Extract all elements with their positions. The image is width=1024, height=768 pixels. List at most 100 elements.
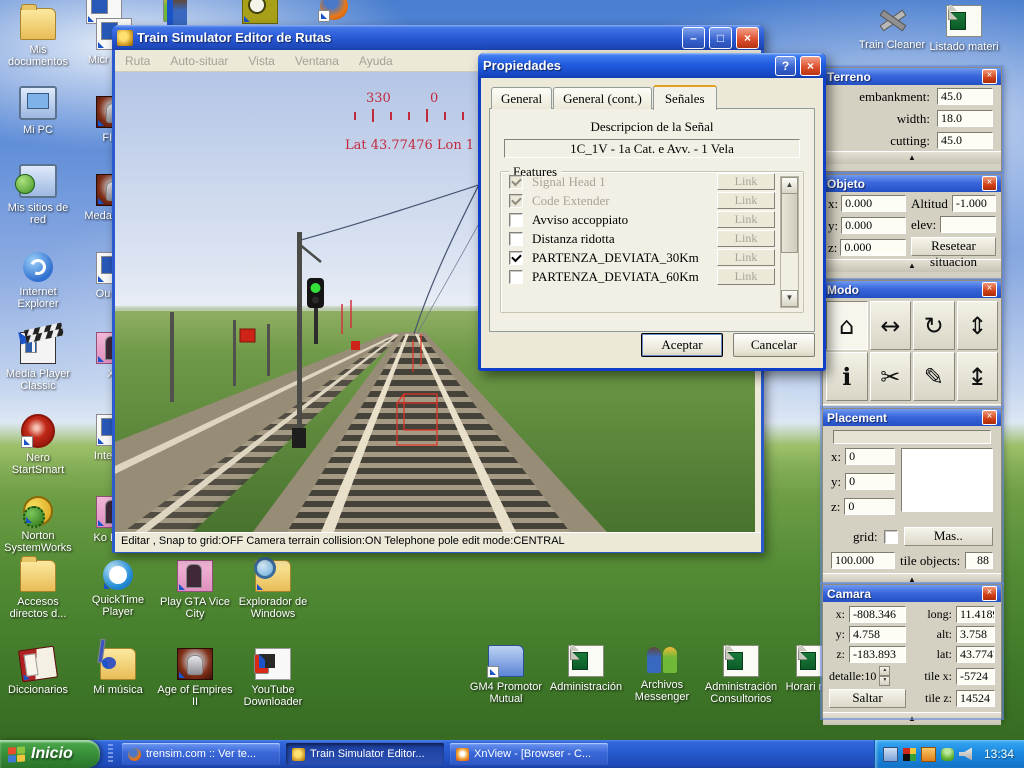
desktop-icon-media-player-classic[interactable]: Media Player Classic bbox=[0, 332, 76, 392]
saltar-button[interactable]: Saltar bbox=[829, 689, 906, 708]
link-button[interactable]: Link bbox=[717, 192, 775, 209]
desktop-icon-mis-sitios-de-red[interactable]: Mis sitios de red bbox=[0, 164, 76, 226]
desktop-icon-admin-consultorios[interactable]: Administración Consultorios bbox=[698, 645, 784, 705]
features-scrollbar[interactable]: ▲ ▼ bbox=[780, 176, 799, 308]
grid-checkbox[interactable] bbox=[884, 530, 898, 544]
panel-collapse-strip[interactable]: ▲ bbox=[823, 151, 1001, 164]
desktop-icon-mi-pc[interactable]: Mi PC bbox=[0, 86, 76, 136]
cam-y-field[interactable]: 4.758 bbox=[849, 626, 906, 643]
checkbox-partenza-deviata-60[interactable] bbox=[509, 270, 523, 284]
tool-cut-terrain[interactable]: ✂ bbox=[870, 352, 912, 401]
taskbar-clock[interactable]: 13:34 bbox=[984, 747, 1014, 761]
plc-z-field[interactable]: 0 bbox=[844, 498, 895, 515]
panel-collapse-strip[interactable]: ▲ bbox=[823, 712, 1001, 725]
spinner-down-icon[interactable]: ▼ bbox=[879, 676, 890, 686]
plc-y-field[interactable]: 0 bbox=[845, 473, 895, 490]
aceptar-button[interactable]: Aceptar bbox=[641, 333, 723, 357]
plc-x-field[interactable]: 0 bbox=[845, 448, 895, 465]
menu-ayuda[interactable]: Ayuda bbox=[359, 54, 393, 68]
altitud-field[interactable]: -1.000 bbox=[952, 195, 996, 212]
tile-x-field[interactable]: -5724 bbox=[956, 668, 995, 685]
menu-ruta[interactable]: Ruta bbox=[125, 54, 150, 68]
desktop-icon-diccionarios[interactable]: Diccionarios bbox=[0, 648, 76, 696]
elev-field[interactable] bbox=[940, 216, 996, 233]
dialog-close-button[interactable]: × bbox=[800, 56, 821, 76]
link-button[interactable]: Link bbox=[717, 268, 775, 285]
desktop-icon-scheduled-tasks[interactable] bbox=[240, 0, 280, 24]
checkbox-code-extender[interactable] bbox=[509, 194, 523, 208]
scroll-up-button[interactable]: ▲ bbox=[781, 177, 798, 194]
volume-tray-icon[interactable] bbox=[959, 748, 972, 761]
quick-launch-separator[interactable] bbox=[108, 744, 113, 764]
link-button[interactable]: Link bbox=[717, 230, 775, 247]
desktop-icon-age-of-empires[interactable]: Age of Empires II bbox=[157, 648, 233, 708]
menu-auto-situar[interactable]: Auto-situar bbox=[170, 54, 228, 68]
tab-senales[interactable]: Señales bbox=[653, 85, 717, 110]
taskbar-task-trensim[interactable]: trensim.com :: Ver te... bbox=[122, 743, 280, 765]
menu-ventana[interactable]: Ventana bbox=[295, 54, 339, 68]
detalle-spinner[interactable]: ▲ ▼ bbox=[879, 666, 890, 686]
desktop-icon-firefox[interactable] bbox=[314, 0, 354, 20]
cam-x-field[interactable]: -808.346 bbox=[849, 606, 906, 623]
desktop-icon-mis-documentos[interactable]: Mis documentos bbox=[0, 8, 76, 68]
desktop-icon-accesos-directos[interactable]: Accesos directos d... bbox=[0, 560, 76, 620]
dialog-titlebar[interactable]: Propiedades ? × bbox=[478, 53, 826, 78]
checkbox-partenza-deviata-30[interactable] bbox=[509, 251, 523, 265]
desktop-icon-internet-explorer[interactable]: Internet Explorer bbox=[0, 252, 76, 310]
tile-z-field[interactable]: 14524 bbox=[956, 690, 995, 707]
cutting-field[interactable]: 45.0 bbox=[937, 132, 993, 149]
spinner-up-icon[interactable]: ▲ bbox=[879, 666, 890, 676]
panel-close-button[interactable]: × bbox=[982, 69, 997, 84]
scroll-down-button[interactable]: ▼ bbox=[781, 290, 798, 307]
link-button[interactable]: Link bbox=[717, 211, 775, 228]
tool-move-object[interactable]: ↔ bbox=[870, 301, 912, 350]
tool-adjust-height[interactable]: ⇕ bbox=[957, 301, 999, 350]
modo-titlebar[interactable]: Modo × bbox=[823, 281, 1001, 298]
objeto-titlebar[interactable]: Objeto × bbox=[823, 175, 1001, 192]
obj-y-field[interactable]: 0.000 bbox=[841, 217, 906, 234]
camara-titlebar[interactable]: Camara × bbox=[823, 585, 1001, 602]
menu-vista[interactable]: Vista bbox=[248, 54, 274, 68]
terreno-titlebar[interactable]: Terreno × bbox=[823, 68, 1001, 85]
tool-paint-terrain[interactable]: ✎ bbox=[913, 352, 955, 401]
window-titlebar[interactable]: Train Simulator Editor de Rutas – □ × bbox=[112, 25, 764, 50]
start-button[interactable]: Inicio bbox=[0, 740, 100, 768]
scrollbar-thumb[interactable] bbox=[781, 193, 798, 253]
panel-close-button[interactable]: × bbox=[982, 410, 997, 425]
desktop-icon-gta-vice-city[interactable]: Play GTA Vice City bbox=[157, 560, 233, 620]
desktop-icon-administracion[interactable]: Administración bbox=[545, 645, 627, 693]
desktop-icon-gm4[interactable]: GM4 Promotor Mutual bbox=[465, 645, 547, 705]
taskbar-task-xnview[interactable]: XnView - [Browser - C... bbox=[450, 743, 608, 765]
embankment-field[interactable]: 45.0 bbox=[937, 88, 993, 105]
panel-close-button[interactable]: × bbox=[982, 176, 997, 191]
desktop-icon-archivos-messenger[interactable]: Archivos Messenger bbox=[622, 645, 702, 703]
desktop-icon-youtube-downloader[interactable]: YouTube Downloader bbox=[235, 648, 311, 708]
tool-dig-terrain[interactable]: ↨ bbox=[957, 352, 999, 401]
taskbar-task-train-simulator[interactable]: Train Simulator Editor... bbox=[286, 743, 444, 765]
desktop-icon-nero-startsmart[interactable]: Nero StartSmart bbox=[0, 414, 76, 476]
panel-close-button[interactable]: × bbox=[982, 282, 997, 297]
cancelar-button[interactable]: Cancelar bbox=[733, 333, 815, 357]
cam-z-field[interactable]: -183.893 bbox=[849, 646, 906, 663]
desktop-icon-listado-materi[interactable]: Listado materi bbox=[928, 5, 1000, 53]
obj-x-field[interactable]: 0.000 bbox=[841, 195, 906, 212]
tool-rotate-object[interactable]: ↻ bbox=[913, 301, 955, 350]
orange-tray-icon[interactable] bbox=[921, 747, 936, 762]
obj-z-field[interactable]: 0.000 bbox=[840, 239, 906, 256]
width-field[interactable]: 18.0 bbox=[937, 110, 993, 127]
checkbox-avviso-accoppiato[interactable] bbox=[509, 213, 523, 227]
mas-button[interactable]: Mas.. bbox=[904, 527, 993, 546]
tool-select-object[interactable]: ⌂ bbox=[826, 301, 868, 350]
link-button[interactable]: Link bbox=[717, 249, 775, 266]
cam-long-field[interactable]: 11.41892 bbox=[956, 606, 995, 623]
cam-lat-field[interactable]: 43.77473 bbox=[956, 646, 995, 663]
desktop-icon-train-cleaner[interactable]: Train Cleaner bbox=[852, 5, 932, 51]
scale-field[interactable]: 100.000 bbox=[831, 552, 895, 569]
placement-titlebar[interactable]: Placement × bbox=[823, 409, 1001, 426]
checkbox-signal-head[interactable] bbox=[509, 175, 523, 189]
cam-alt-field[interactable]: 3.758 bbox=[956, 626, 995, 643]
checkbox-distanza-ridotta[interactable] bbox=[509, 232, 523, 246]
desktop-icon-norton-systemworks[interactable]: Norton SystemWorks bbox=[0, 496, 76, 554]
tab-general[interactable]: General bbox=[491, 87, 552, 109]
tab-general-cont[interactable]: General (cont.) bbox=[553, 87, 652, 109]
